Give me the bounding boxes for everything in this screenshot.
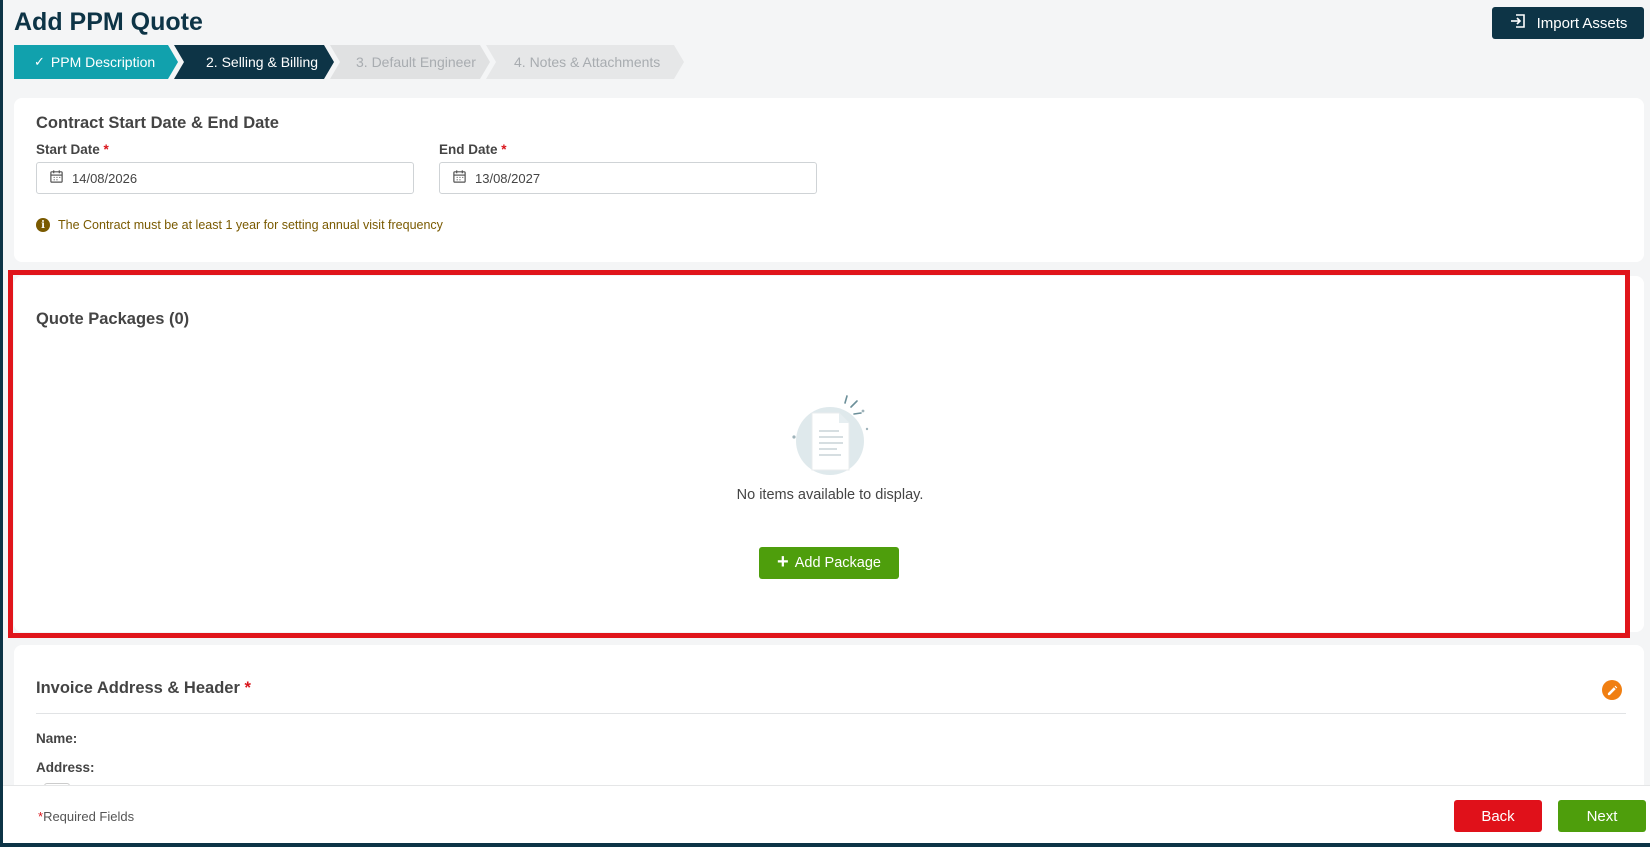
info-icon: i: [36, 218, 50, 232]
highlight-box: [8, 270, 1630, 638]
step-label: 3. Default Engineer: [356, 54, 476, 70]
page-title: Add PPM Quote: [14, 8, 203, 36]
import-icon: [1509, 12, 1527, 34]
back-button[interactable]: Back: [1454, 800, 1542, 832]
end-date-value: 13/08/2027: [475, 170, 541, 186]
end-date-input[interactable]: 13/08/2027: [439, 162, 817, 194]
invoice-title: Invoice Address & Header *: [36, 679, 251, 698]
step-ppm-description[interactable]: ✓ PPM Description: [14, 45, 178, 79]
end-date-label-text: End Date: [439, 142, 498, 157]
end-date-label: End Date *: [439, 142, 507, 157]
check-icon: ✓: [34, 54, 45, 69]
contract-dates-card: Contract Start Date & End Date Start Dat…: [14, 98, 1644, 262]
contract-info-text: The Contract must be at least 1 year for…: [58, 218, 443, 232]
required-mark: *: [501, 142, 507, 157]
required-mark: *: [244, 679, 251, 697]
contract-info-note: i The Contract must be at least 1 year f…: [36, 218, 443, 232]
required-fields-text: Required Fields: [43, 809, 135, 824]
step-default-engineer[interactable]: 3. Default Engineer: [330, 45, 490, 79]
start-date-value: 14/08/2026: [72, 170, 138, 186]
pencil-icon[interactable]: [1602, 680, 1622, 700]
invoice-divider: [36, 713, 1626, 714]
invoice-address-label: Address:: [36, 760, 95, 775]
contract-section-title: Contract Start Date & End Date: [36, 114, 279, 132]
start-date-label: Start Date *: [36, 142, 109, 157]
required-fields-note: *Required Fields: [38, 809, 134, 824]
invoice-title-text: Invoice Address & Header: [36, 679, 240, 697]
step-notes-attachments[interactable]: 4. Notes & Attachments: [486, 45, 684, 79]
next-button[interactable]: Next: [1558, 800, 1646, 832]
start-date-input[interactable]: 14/08/2026: [36, 162, 414, 194]
invoice-card: Invoice Address & Header * Name: Address…: [14, 645, 1644, 787]
start-date-label-text: Start Date: [36, 142, 100, 157]
step-selling-billing[interactable]: 2. Selling & Billing: [174, 45, 334, 79]
step-label: 4. Notes & Attachments: [514, 54, 661, 70]
step-label: PPM Description: [50, 54, 156, 70]
calendar-icon: [49, 169, 72, 187]
invoice-name-label: Name:: [36, 731, 78, 746]
calendar-icon: [452, 169, 475, 187]
footer-bar: *Required Fields Back Next: [3, 785, 1650, 843]
import-assets-button[interactable]: Import Assets: [1492, 7, 1644, 39]
step-label: 2. Selling & Billing: [206, 54, 319, 70]
import-assets-label: Import Assets: [1536, 14, 1628, 32]
required-mark: *: [103, 142, 109, 157]
